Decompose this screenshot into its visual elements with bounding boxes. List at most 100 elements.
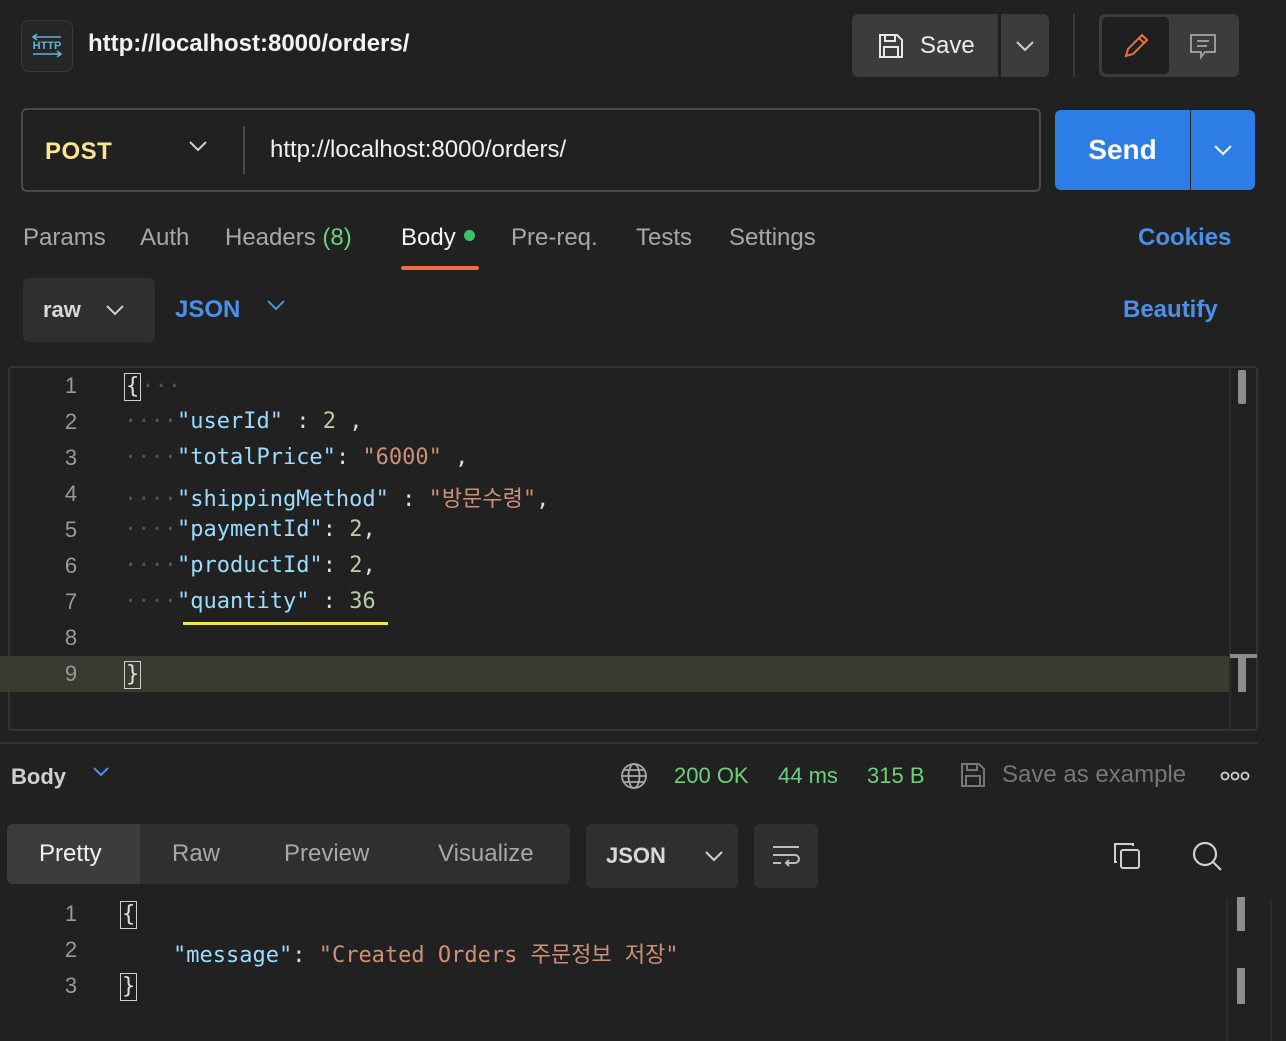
response-time[interactable]: 44 ms	[778, 763, 838, 789]
editor-line: 8	[0, 620, 1230, 656]
save-button[interactable]: Save	[852, 14, 998, 77]
response-divider[interactable]	[0, 742, 1258, 744]
json-key: "productId"	[176, 553, 323, 578]
save-options-button[interactable]	[1001, 14, 1049, 77]
json-value: 36	[349, 589, 376, 614]
globe-icon[interactable]	[619, 761, 649, 791]
view-tab-raw[interactable]: Raw	[172, 840, 220, 868]
tab-settings[interactable]: Settings	[729, 224, 816, 252]
editor-line: 7 ····"quantity" : 36	[0, 584, 1230, 620]
line-number: 7	[64, 589, 78, 614]
method-select[interactable]: POST	[45, 138, 112, 166]
json-key: "totalPrice"	[176, 445, 336, 470]
json-end: ,	[362, 517, 376, 542]
body-indicator-dot	[463, 230, 475, 241]
tab-prereq[interactable]: Pre-req.	[511, 224, 598, 252]
json-end: ,	[536, 487, 550, 512]
save-icon	[958, 760, 988, 790]
json-value: "방문수령"	[428, 487, 537, 512]
copy-icon[interactable]	[1111, 840, 1143, 872]
body-mode-label: raw	[43, 297, 81, 322]
view-tab-pretty[interactable]: Pretty	[39, 840, 102, 868]
chevron-down-icon[interactable]	[92, 766, 110, 778]
json-value: 2	[322, 409, 336, 434]
line-number: 3	[64, 973, 78, 998]
cookies-link[interactable]: Cookies	[1138, 224, 1231, 252]
pencil-icon	[1121, 31, 1151, 61]
chevron-down-icon	[704, 850, 724, 862]
more-icon[interactable]	[1220, 770, 1250, 782]
response-status[interactable]: 200 OK	[674, 763, 749, 789]
line-number: 2	[64, 937, 78, 962]
save-as-example-button[interactable]: Save as example	[1002, 761, 1186, 789]
editor-scrollbar[interactable]	[1238, 370, 1246, 404]
json-sep: :	[309, 589, 350, 614]
code-brace: {	[120, 901, 138, 929]
chevron-down-icon	[1213, 144, 1233, 156]
json-end: ,	[441, 445, 469, 470]
tab-auth[interactable]: Auth	[140, 224, 189, 252]
view-mode-toggle	[1099, 14, 1239, 77]
tab-headers-label: Headers	[225, 224, 316, 251]
json-sep: :	[282, 409, 323, 434]
response-line: 2 "message": "Created Orders 주문정보 저장"	[0, 932, 1220, 968]
line-code: ····"quantity" : 36	[124, 589, 376, 614]
response-section-label[interactable]: Body	[11, 764, 66, 790]
chevron-down-icon[interactable]	[266, 299, 286, 311]
line-number: 2	[64, 409, 78, 434]
line-number: 9	[64, 661, 78, 686]
http-icon: HTTP	[21, 20, 73, 72]
tab-tests[interactable]: Tests	[636, 224, 692, 252]
tab-headers[interactable]: Headers (8)	[225, 224, 352, 252]
edit-mode-button[interactable]	[1102, 17, 1169, 74]
code-brace: {	[124, 373, 142, 401]
json-value: "6000"	[362, 445, 442, 470]
line-code: ····"userId" : 2 ,	[124, 409, 363, 434]
line-code: {···	[124, 373, 181, 401]
send-options-button[interactable]	[1191, 110, 1255, 190]
body-mode-select[interactable]: raw	[23, 278, 155, 342]
tab-body[interactable]: Body	[401, 224, 475, 252]
json-sep: :	[322, 553, 350, 578]
headers-count: (8)	[322, 224, 352, 251]
comment-mode-button[interactable]	[1169, 17, 1236, 74]
save-icon	[876, 31, 906, 61]
search-icon[interactable]	[1190, 839, 1224, 873]
send-button[interactable]: Send	[1055, 110, 1190, 190]
json-value: 2	[349, 553, 363, 578]
response-size[interactable]: 315 B	[867, 763, 925, 789]
response-edge	[1270, 898, 1272, 1041]
beautify-link[interactable]: Beautify	[1123, 296, 1218, 324]
body-language-select[interactable]: JSON	[175, 296, 240, 324]
view-tab-visualize[interactable]: Visualize	[438, 840, 534, 868]
tab-params[interactable]: Params	[23, 224, 106, 252]
json-sep: :	[292, 943, 319, 968]
editor-gutter-divider	[1229, 368, 1231, 730]
json-sep: :	[322, 517, 350, 542]
wrap-icon	[770, 842, 802, 870]
response-line: 1 {	[0, 896, 1220, 932]
view-tab-preview[interactable]: Preview	[284, 840, 369, 868]
editor-line: 2 ····"userId" : 2 ,	[0, 404, 1230, 440]
line-number: 4	[64, 481, 78, 506]
line-code: ····"productId": 2,	[124, 553, 376, 578]
wrap-lines-button[interactable]	[754, 824, 818, 888]
line-code: ····"totalPrice": "6000" ,	[124, 445, 469, 470]
response-language-select[interactable]: JSON	[586, 824, 738, 888]
json-value: 2	[349, 517, 363, 542]
json-key: "paymentId"	[176, 517, 323, 542]
line-code: }	[120, 973, 138, 1001]
line-code: ····"shippingMethod" : "방문수령",	[124, 487, 550, 512]
json-value: "Created Orders 주문정보 저장"	[318, 943, 679, 968]
response-scrollbar[interactable]	[1237, 897, 1245, 931]
json-end: ,	[335, 409, 363, 434]
request-title[interactable]: http://localhost:8000/orders/	[88, 30, 409, 58]
editor-scroll-marker	[1238, 656, 1246, 692]
url-input[interactable]: http://localhost:8000/orders/	[270, 136, 566, 164]
chevron-down-icon[interactable]	[188, 140, 208, 152]
code-brace: }	[120, 973, 138, 1001]
line-code: {	[120, 901, 138, 929]
line-number: 1	[64, 373, 78, 398]
editor-line-current: 9 }	[0, 656, 1230, 692]
http-badge-text: HTTP	[33, 40, 62, 52]
